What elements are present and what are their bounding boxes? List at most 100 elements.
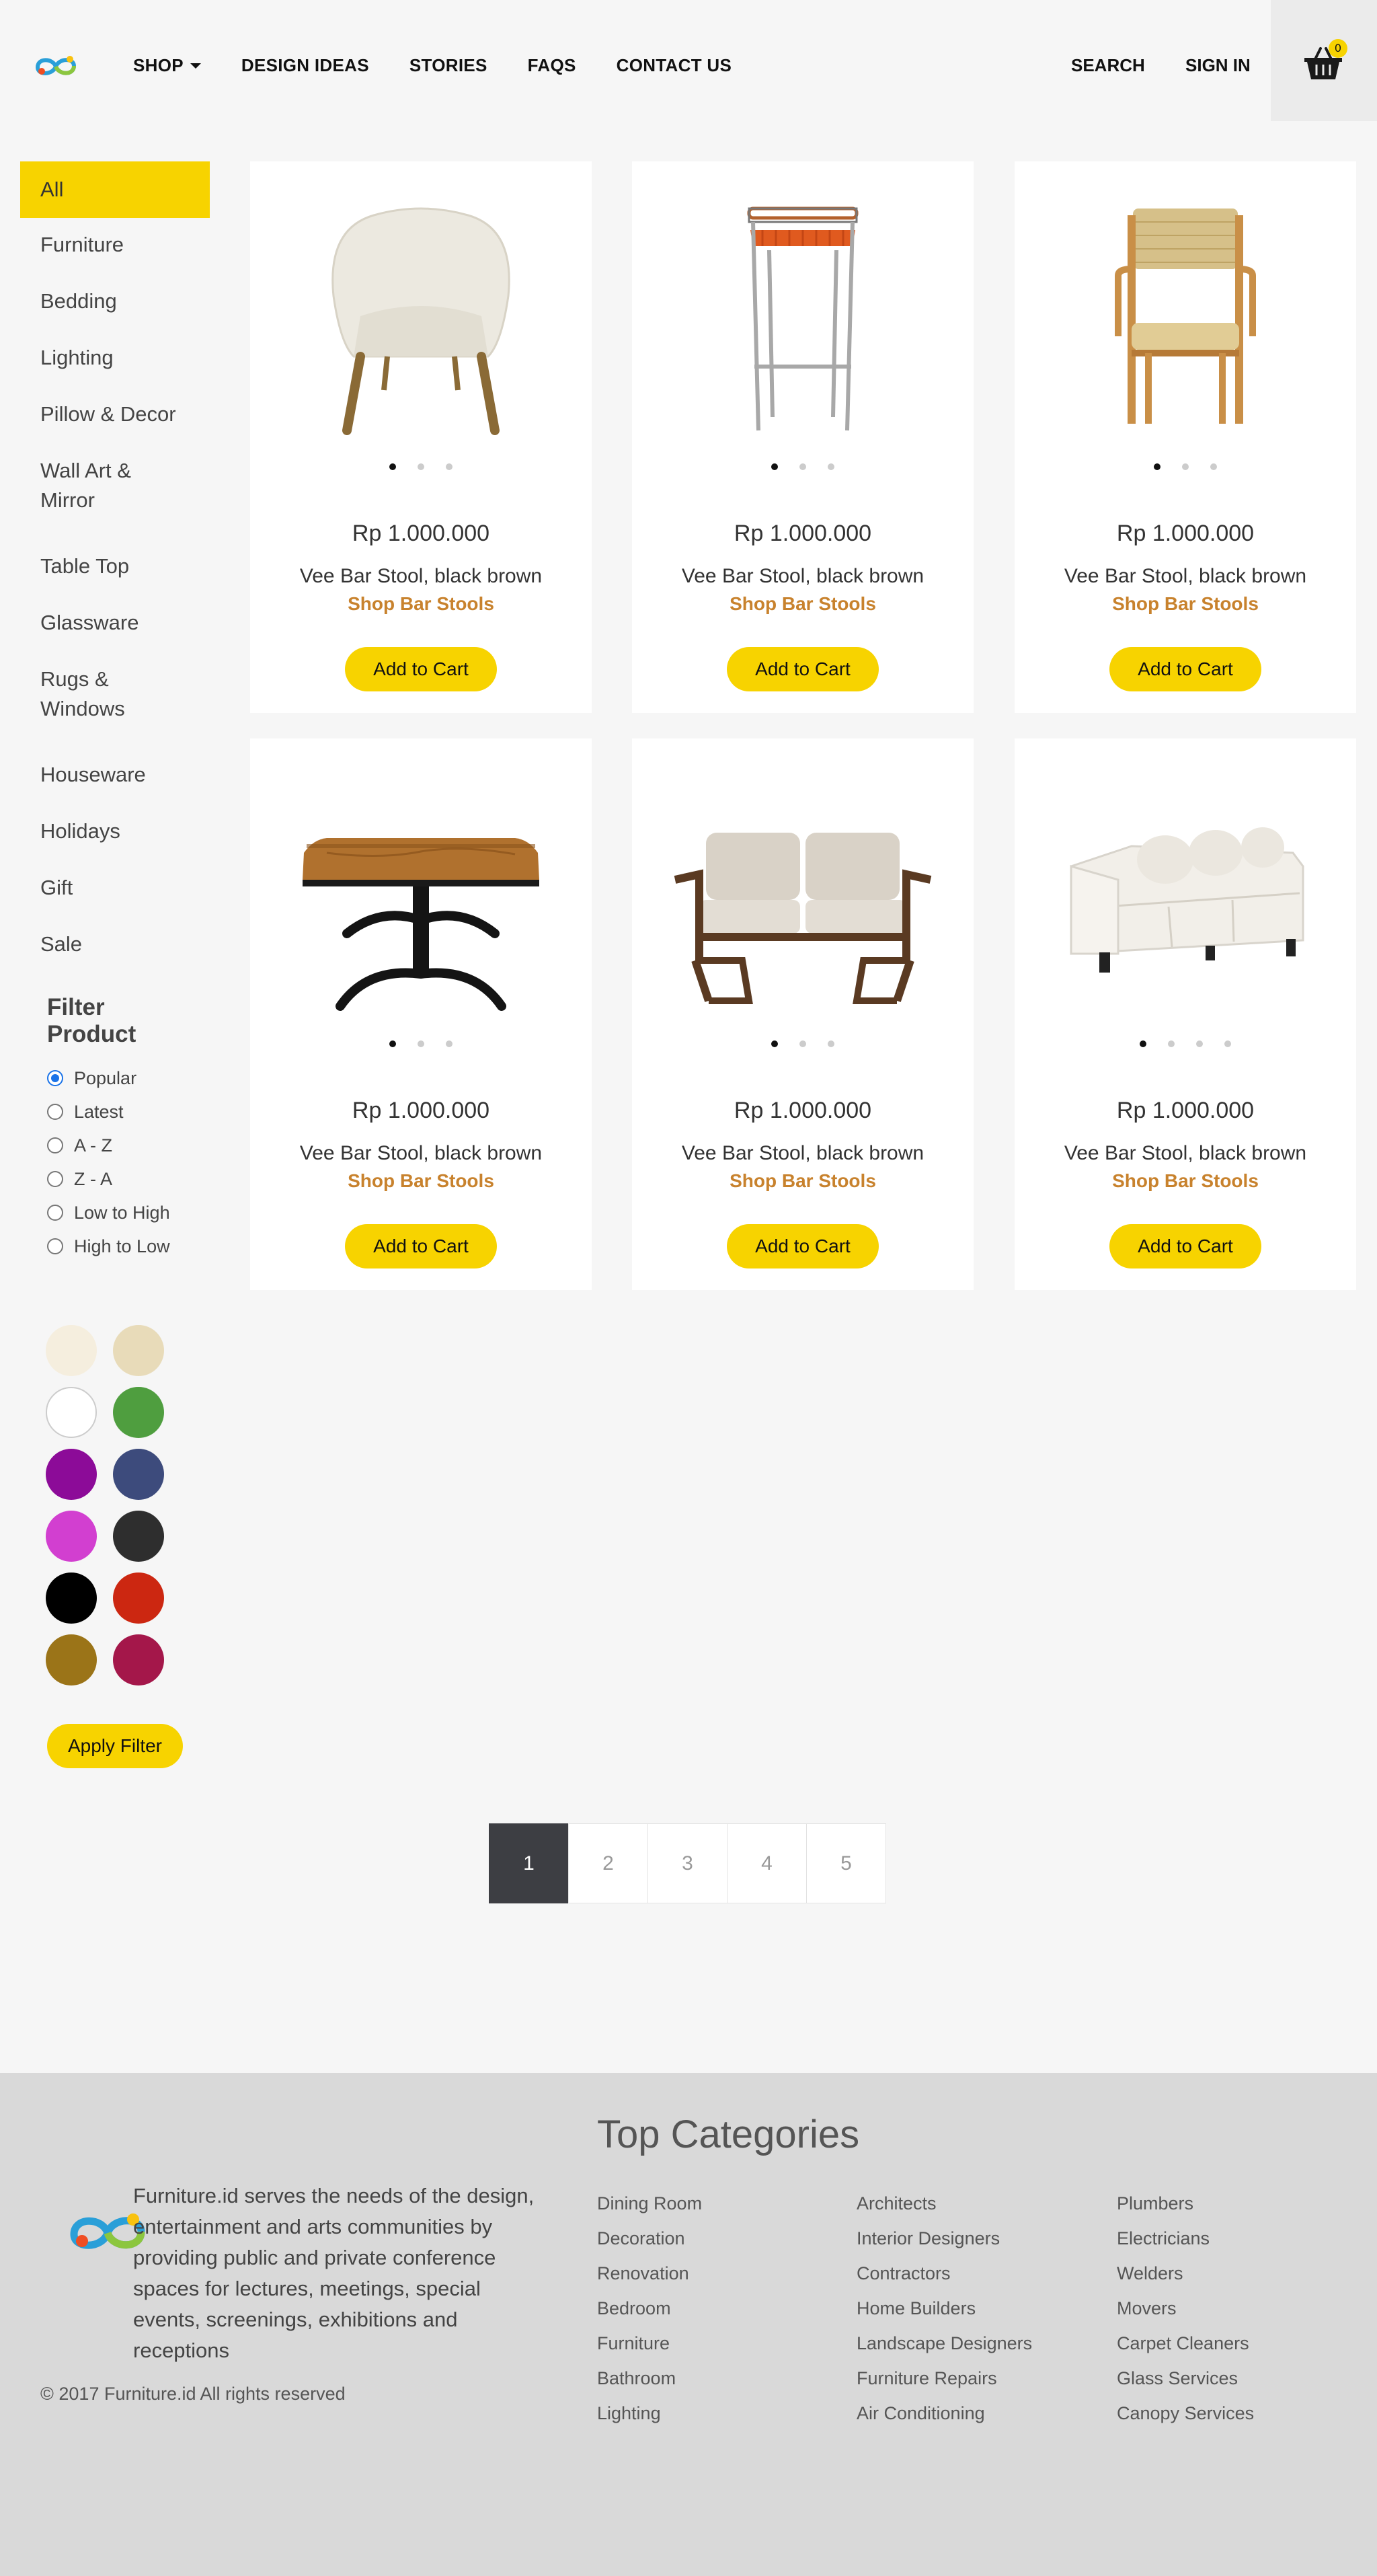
color-swatch[interactable] xyxy=(113,1325,164,1376)
category-item[interactable]: Furniture xyxy=(20,230,210,260)
shop-category-link[interactable]: Shop Bar Stools xyxy=(250,1170,592,1192)
color-swatch[interactable] xyxy=(113,1511,164,1562)
color-swatch[interactable] xyxy=(46,1573,97,1624)
shop-category-link[interactable]: Shop Bar Stools xyxy=(1015,593,1356,615)
search-link[interactable]: SEARCH xyxy=(1071,55,1145,76)
carousel-dot[interactable] xyxy=(389,463,396,470)
category-item[interactable]: Holidays xyxy=(20,817,210,846)
footer-category-link[interactable]: Contractors xyxy=(857,2256,1032,2291)
add-to-cart-button[interactable]: Add to Cart xyxy=(345,1224,497,1268)
footer-category-link[interactable]: Movers xyxy=(1117,2291,1254,2326)
footer-category-link[interactable]: Bedroom xyxy=(597,2291,702,2326)
sort-radio[interactable] xyxy=(47,1070,63,1086)
footer-category-link[interactable]: Dining Room xyxy=(597,2186,702,2221)
product-image-armchair[interactable] xyxy=(286,188,555,437)
sort-radio[interactable] xyxy=(47,1238,63,1254)
product-card[interactable]: Rp 1.000.000 Vee Bar Stool, black brown Sh… xyxy=(632,161,974,713)
sort-radio[interactable] xyxy=(47,1137,63,1153)
carousel-dot[interactable] xyxy=(799,463,806,470)
add-to-cart-button[interactable]: Add to Cart xyxy=(1109,1224,1261,1268)
nav-design-ideas[interactable]: DESIGN IDEAS xyxy=(241,55,369,76)
category-item[interactable]: Wall Art & Mirror xyxy=(20,456,175,515)
cart-button[interactable]: 0 xyxy=(1271,0,1377,121)
add-to-cart-button[interactable]: Add to Cart xyxy=(727,647,879,691)
logo-icon[interactable] xyxy=(34,52,78,81)
page-button[interactable]: 1 xyxy=(489,1823,569,1903)
footer-category-link[interactable]: Home Builders xyxy=(857,2291,1032,2326)
carousel-dot[interactable] xyxy=(1154,463,1160,470)
carousel-dot[interactable] xyxy=(418,463,424,470)
product-card[interactable]: Rp 1.000.000 Vee Bar Stool, black brown Sh… xyxy=(250,161,592,713)
apply-filter-button[interactable]: Apply Filter xyxy=(47,1724,183,1768)
category-item[interactable]: Rugs & Windows xyxy=(20,665,175,724)
nav-faqs[interactable]: FAQS xyxy=(528,55,576,76)
nav-shop[interactable]: SHOP xyxy=(133,55,201,76)
nav-contact-us[interactable]: CONTACT US xyxy=(617,55,732,76)
color-swatch[interactable] xyxy=(113,1573,164,1624)
color-swatch[interactable] xyxy=(46,1511,97,1562)
carousel-dot[interactable] xyxy=(828,463,834,470)
shop-category-link[interactable]: Shop Bar Stools xyxy=(1015,1170,1356,1192)
footer-category-link[interactable]: Air Conditioning xyxy=(857,2396,1032,2431)
color-swatch[interactable] xyxy=(46,1325,97,1376)
product-image-sofa[interactable] xyxy=(1051,765,1320,1014)
sort-option-label[interactable]: A - Z xyxy=(74,1135,112,1156)
footer-category-link[interactable]: Renovation xyxy=(597,2256,702,2291)
footer-category-link[interactable]: Glass Services xyxy=(1117,2361,1254,2396)
product-image-wicker-chair[interactable] xyxy=(1051,188,1320,437)
carousel-dot[interactable] xyxy=(771,1040,778,1047)
carousel-dot[interactable] xyxy=(418,1040,424,1047)
product-image-loveseat[interactable] xyxy=(668,765,937,1014)
product-card[interactable]: Rp 1.000.000 Vee Bar Stool, black brown Sh… xyxy=(1015,738,1356,1290)
page-button[interactable]: 5 xyxy=(806,1823,886,1903)
category-item[interactable]: Bedding xyxy=(20,287,210,316)
add-to-cart-button[interactable]: Add to Cart xyxy=(1109,647,1261,691)
sign-in-link[interactable]: SIGN IN xyxy=(1185,55,1251,76)
product-card[interactable]: Rp 1.000.000 Vee Bar Stool, black brown Sh… xyxy=(1015,161,1356,713)
footer-category-link[interactable]: Decoration xyxy=(597,2221,702,2256)
category-item[interactable]: Houseware xyxy=(20,760,210,790)
color-swatch[interactable] xyxy=(46,1449,97,1500)
sort-radio[interactable] xyxy=(47,1205,63,1221)
footer-category-link[interactable]: Architects xyxy=(857,2186,1032,2221)
product-card[interactable]: Rp 1.000.000 Vee Bar Stool, black brown Sh… xyxy=(250,738,592,1290)
sort-option-label[interactable]: Z - A xyxy=(74,1169,112,1190)
carousel-dot[interactable] xyxy=(1140,1040,1146,1047)
category-item[interactable]: Lighting xyxy=(20,343,210,373)
page-button[interactable]: 2 xyxy=(568,1823,648,1903)
footer-category-link[interactable]: Carpet Cleaners xyxy=(1117,2326,1254,2361)
carousel-dot[interactable] xyxy=(446,1040,453,1047)
sort-option-label[interactable]: Latest xyxy=(74,1102,124,1123)
sort-option-label[interactable]: Popular xyxy=(74,1068,136,1089)
add-to-cart-button[interactable]: Add to Cart xyxy=(727,1224,879,1268)
carousel-dot[interactable] xyxy=(828,1040,834,1047)
sort-radio[interactable] xyxy=(47,1104,63,1120)
footer-category-link[interactable]: Interior Designers xyxy=(857,2221,1032,2256)
category-item[interactable]: All xyxy=(20,161,210,218)
category-item[interactable]: Table Top xyxy=(20,552,210,581)
shop-category-link[interactable]: Shop Bar Stools xyxy=(632,1170,974,1192)
carousel-dot[interactable] xyxy=(446,463,453,470)
footer-category-link[interactable]: Furniture xyxy=(597,2326,702,2361)
carousel-dot[interactable] xyxy=(1168,1040,1175,1047)
color-swatch[interactable] xyxy=(46,1387,97,1438)
footer-category-link[interactable]: Canopy Services xyxy=(1117,2396,1254,2431)
footer-category-link[interactable]: Bathroom xyxy=(597,2361,702,2396)
page-button[interactable]: 3 xyxy=(647,1823,727,1903)
sort-option-label[interactable]: Low to High xyxy=(74,1203,170,1223)
footer-category-link[interactable]: Landscape Designers xyxy=(857,2326,1032,2361)
add-to-cart-button[interactable]: Add to Cart xyxy=(345,647,497,691)
product-card[interactable]: Rp 1.000.000 Vee Bar Stool, black brown Sh… xyxy=(632,738,974,1290)
color-swatch[interactable] xyxy=(113,1449,164,1500)
footer-category-link[interactable]: Electricians xyxy=(1117,2221,1254,2256)
category-item[interactable]: Glassware xyxy=(20,608,210,638)
sort-option-label[interactable]: High to Low xyxy=(74,1236,170,1257)
nav-stories[interactable]: STORIES xyxy=(409,55,487,76)
carousel-dot[interactable] xyxy=(1210,463,1217,470)
category-item[interactable]: Sale xyxy=(20,930,210,959)
carousel-dot[interactable] xyxy=(799,1040,806,1047)
shop-category-link[interactable]: Shop Bar Stools xyxy=(632,593,974,615)
carousel-dot[interactable] xyxy=(771,463,778,470)
footer-category-link[interactable]: Welders xyxy=(1117,2256,1254,2291)
color-swatch[interactable] xyxy=(113,1634,164,1685)
